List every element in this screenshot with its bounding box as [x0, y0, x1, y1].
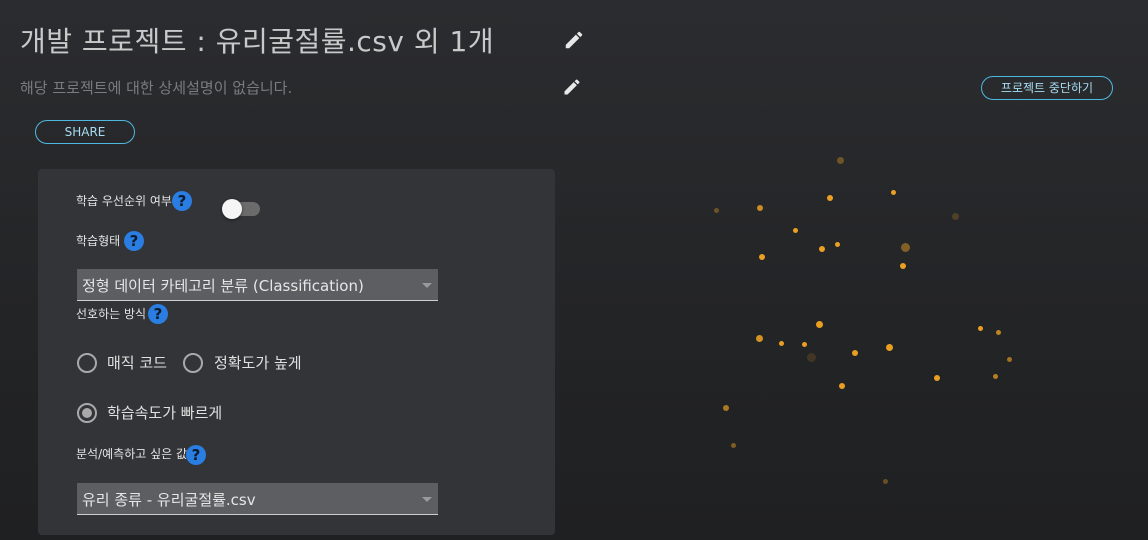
toggle-knob [222, 199, 242, 219]
particle-dot [755, 334, 763, 342]
particle-dot [834, 241, 840, 247]
training-type-value: 정형 데이터 카테고리 분류 (Classification) [82, 277, 364, 295]
preference-help-icon[interactable]: ? [148, 304, 168, 324]
radio-label-magic-code[interactable]: 매직 코드 [107, 352, 167, 373]
loading-particles [640, 130, 1090, 510]
training-type-select[interactable]: 정형 데이터 카테고리 분류 (Classification) [77, 269, 438, 301]
particle-dot [730, 442, 736, 448]
particle-dot [757, 205, 763, 211]
particle-dot [801, 341, 807, 347]
particle-dot [713, 207, 719, 213]
particle-dot [723, 405, 729, 411]
edit-description-icon[interactable] [562, 77, 582, 97]
particle-dot [827, 195, 833, 201]
radio-label-fast-training[interactable]: 학습속도가 빠르게 [107, 402, 222, 423]
particle-dot [977, 325, 983, 331]
particle-dot [1006, 356, 1012, 362]
settings-panel: 학습 우선순위 여부 ? 학습형태 ? 정형 데이터 카테고리 분류 (Clas… [38, 169, 555, 535]
particle-dot [836, 156, 844, 164]
training-type-help-icon[interactable]: ? [124, 231, 144, 251]
radio-high-accuracy[interactable] [183, 353, 203, 373]
particle-dot [890, 189, 896, 195]
priority-label: 학습 우선순위 여부 [76, 194, 172, 208]
particle-dot [792, 227, 798, 233]
project-description: 해당 프로젝트에 대한 상세설명이 없습니다. [20, 79, 293, 97]
particle-dot [759, 254, 765, 260]
particle-dot [839, 383, 845, 389]
particle-dot [951, 212, 959, 220]
particle-dot [885, 343, 893, 351]
chevron-down-icon [422, 283, 432, 288]
target-help-icon[interactable]: ? [186, 445, 206, 465]
particle-dot [900, 242, 910, 252]
page-title: 개발 프로젝트 : 유리굴절률.csv 외 1개 [20, 25, 495, 58]
particle-dot [806, 352, 816, 362]
priority-help-icon[interactable]: ? [172, 191, 192, 211]
particle-dot [778, 340, 784, 346]
target-label: 분석/예측하고 싶은 값 [76, 447, 188, 461]
chevron-down-icon [422, 497, 432, 502]
particle-dot [995, 329, 1001, 335]
preference-label: 선호하는 방식 [76, 307, 147, 321]
particle-dot [882, 478, 888, 484]
particle-dot [900, 263, 906, 269]
target-value: 유리 종류 - 유리굴절률.csv [82, 491, 256, 509]
stop-project-button[interactable]: 프로젝트 중단하기 [981, 76, 1113, 100]
radio-fast-training[interactable] [77, 403, 97, 423]
particle-dot [934, 375, 940, 381]
particle-dot [815, 320, 823, 328]
particle-dot [992, 373, 998, 379]
particle-dot [819, 246, 825, 252]
radio-magic-code[interactable] [77, 353, 97, 373]
edit-title-icon[interactable] [563, 29, 585, 51]
radio-label-high-accuracy[interactable]: 정확도가 높게 [214, 352, 302, 373]
share-button[interactable]: SHARE [35, 120, 135, 144]
target-select[interactable]: 유리 종류 - 유리굴절률.csv [77, 483, 438, 515]
particle-dot [852, 350, 858, 356]
training-type-label: 학습형태 [76, 234, 121, 248]
priority-toggle[interactable] [222, 199, 260, 219]
